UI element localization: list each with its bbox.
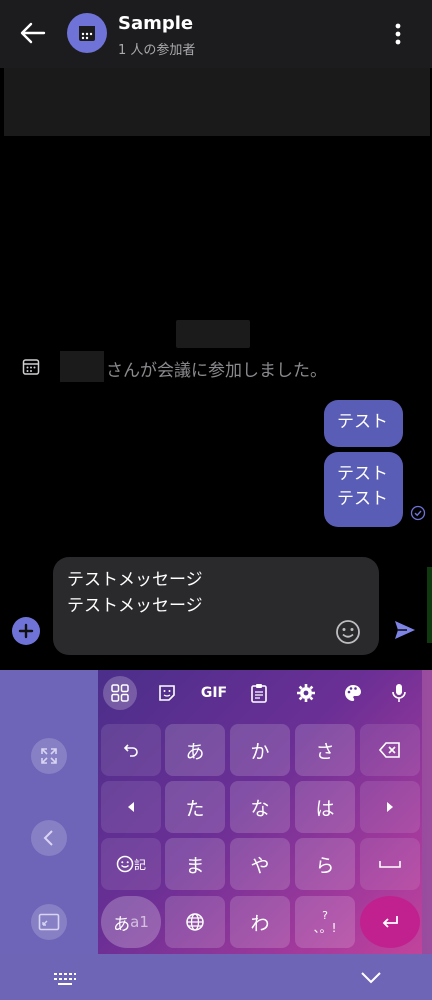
key-a[interactable]: あ <box>165 724 225 776</box>
resize-keyboard-button[interactable] <box>31 904 67 940</box>
input-mode-key[interactable]: あ a1 <box>101 896 161 948</box>
key-ya[interactable]: や <box>230 838 290 890</box>
theme-button[interactable] <box>338 678 368 708</box>
gif-button[interactable]: GIF <box>197 678 231 708</box>
redacted-banner <box>4 68 430 136</box>
chevron-down-icon[interactable] <box>360 971 382 985</box>
plus-icon <box>18 623 34 639</box>
space-key[interactable] <box>360 838 420 890</box>
add-attachment-button[interactable] <box>12 617 40 645</box>
message-text: テスト <box>337 489 388 509</box>
chevron-left-icon <box>43 830 53 846</box>
voice-input-button[interactable] <box>384 678 414 708</box>
message-text: テスト <box>337 412 388 432</box>
sent-check-icon <box>410 505 426 521</box>
key-na[interactable]: な <box>230 781 290 833</box>
gear-icon <box>297 684 315 702</box>
language-key[interactable] <box>165 896 225 948</box>
system-message: さんが会議に参加しました。 <box>106 361 327 381</box>
chat-title[interactable]: Sample <box>118 13 193 34</box>
clipboard-icon <box>251 684 267 703</box>
emoji-icon[interactable] <box>335 619 361 645</box>
edge-indicator <box>427 567 432 643</box>
undo-key[interactable] <box>101 724 161 776</box>
key-ta[interactable]: た <box>165 781 225 833</box>
keyboard-side-panel <box>0 670 98 954</box>
punct-key-sub: 、。! <box>313 921 337 935</box>
punctuation-key[interactable]: ? 、。! <box>295 896 355 948</box>
key-sa[interactable]: さ <box>295 724 355 776</box>
sticker-icon <box>159 685 175 701</box>
message-bubble[interactable]: テスト <box>324 400 403 447</box>
more-options-icon[interactable] <box>390 20 406 48</box>
apps-grid-button[interactable] <box>103 676 137 710</box>
redacted-date <box>176 320 250 348</box>
resize-icon <box>38 913 60 931</box>
backspace-key[interactable] <box>360 724 420 776</box>
software-keyboard: GIF あ か さ た な は 記 ま や ら あ a1 わ ? 、。! <box>0 670 432 1000</box>
sticker-button[interactable] <box>152 678 182 708</box>
grid-icon <box>111 684 129 702</box>
message-text: テスト <box>337 464 388 484</box>
undo-icon <box>123 744 138 757</box>
globe-icon <box>186 913 204 931</box>
redacted-user-name <box>60 351 104 382</box>
space-icon <box>379 861 401 868</box>
emoji-symbol-key[interactable]: 記 <box>101 838 161 890</box>
triangle-right-icon <box>387 802 393 812</box>
message-input[interactable]: テストメッセージ テストメッセージ <box>53 557 379 655</box>
kana-key-sub: a1 <box>130 913 149 931</box>
keyboard-icon[interactable] <box>52 971 78 987</box>
key-ra[interactable]: ら <box>295 838 355 890</box>
key-ma[interactable]: ま <box>165 838 225 890</box>
expand-icon <box>41 748 57 764</box>
calendar-icon <box>22 359 40 375</box>
emoji-key-label: 記 <box>133 857 146 872</box>
system-nav-bar <box>0 954 432 1000</box>
cursor-left-key[interactable] <box>101 781 161 833</box>
triangle-left-icon <box>128 802 134 812</box>
key-ka[interactable]: か <box>230 724 290 776</box>
enter-icon <box>382 916 398 928</box>
enter-key[interactable] <box>360 896 420 948</box>
app-header: Sample 1 人の参加者 <box>0 0 432 68</box>
settings-button[interactable] <box>291 678 321 708</box>
keyboard-left-button[interactable] <box>31 820 67 856</box>
calendar-icon <box>79 26 95 41</box>
key-ha[interactable]: は <box>295 781 355 833</box>
send-icon[interactable] <box>393 618 417 642</box>
message-bubble[interactable]: テスト テスト <box>324 452 403 527</box>
clipboard-button[interactable] <box>244 678 274 708</box>
expand-keyboard-button[interactable] <box>31 738 67 774</box>
input-text-line: テストメッセージ <box>67 596 203 616</box>
palette-icon <box>345 685 361 701</box>
kana-key-main: あ <box>113 914 131 935</box>
key-wa[interactable]: わ <box>230 896 290 948</box>
input-text-line: テストメッセージ <box>67 570 203 590</box>
keyboard-keys-area: GIF あ か さ た な は 記 ま や ら あ a1 わ ? 、。! <box>98 670 422 954</box>
participant-count: 1 人の参加者 <box>118 43 196 58</box>
cursor-right-key[interactable] <box>360 781 420 833</box>
avatar[interactable] <box>67 13 107 53</box>
back-arrow-icon[interactable] <box>16 16 50 50</box>
microphone-icon <box>392 684 406 702</box>
smiley-icon <box>116 855 134 873</box>
backspace-icon <box>379 742 400 758</box>
